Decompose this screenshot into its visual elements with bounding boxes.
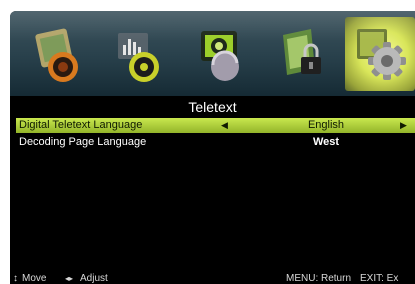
- setting-label: Digital Teletext Language: [19, 119, 143, 131]
- tv-osd-screen: Teletext Digital Teletext Language ◀ Eng…: [10, 11, 415, 284]
- adjust-icon: ◂▸: [65, 274, 74, 283]
- hint-exit: EXIT: Ex: [360, 273, 399, 284]
- hint-menu-return: MENU: Return: [286, 273, 352, 284]
- tab-channel[interactable]: [185, 17, 255, 91]
- picture-icon: [35, 28, 78, 82]
- tab-setup[interactable]: [345, 17, 415, 91]
- tab-lock[interactable]: [267, 17, 337, 91]
- arrow-left-icon[interactable]: ◀: [221, 118, 228, 133]
- setting-row-decoding-page-language[interactable]: Decoding Page Language West: [16, 135, 415, 150]
- hint-adjust: Adjust: [80, 273, 108, 284]
- sound-icon: [118, 33, 159, 82]
- setting-label: Decoding Page Language: [19, 136, 147, 148]
- arrow-right-icon[interactable]: ▶: [400, 118, 407, 133]
- tab-picture[interactable]: [20, 17, 90, 91]
- setting-value: English: [307, 119, 345, 131]
- move-icon: ↕: [13, 273, 18, 284]
- hint-move: Move: [22, 273, 47, 284]
- channel-icon: [201, 31, 239, 81]
- lock-icon: [283, 29, 321, 75]
- setup-gear-icon: [357, 29, 406, 80]
- setting-value: West: [312, 136, 340, 148]
- menu-title: Teletext: [188, 99, 237, 115]
- menu-tab-bar: [10, 11, 415, 96]
- footer-hints: ↕ Move ◂▸ Adjust MENU: Return EXIT: Ex: [10, 273, 415, 284]
- tab-sound[interactable]: [102, 17, 172, 91]
- setting-row-digital-teletext-language[interactable]: Digital Teletext Language ◀ English ▶: [16, 118, 415, 133]
